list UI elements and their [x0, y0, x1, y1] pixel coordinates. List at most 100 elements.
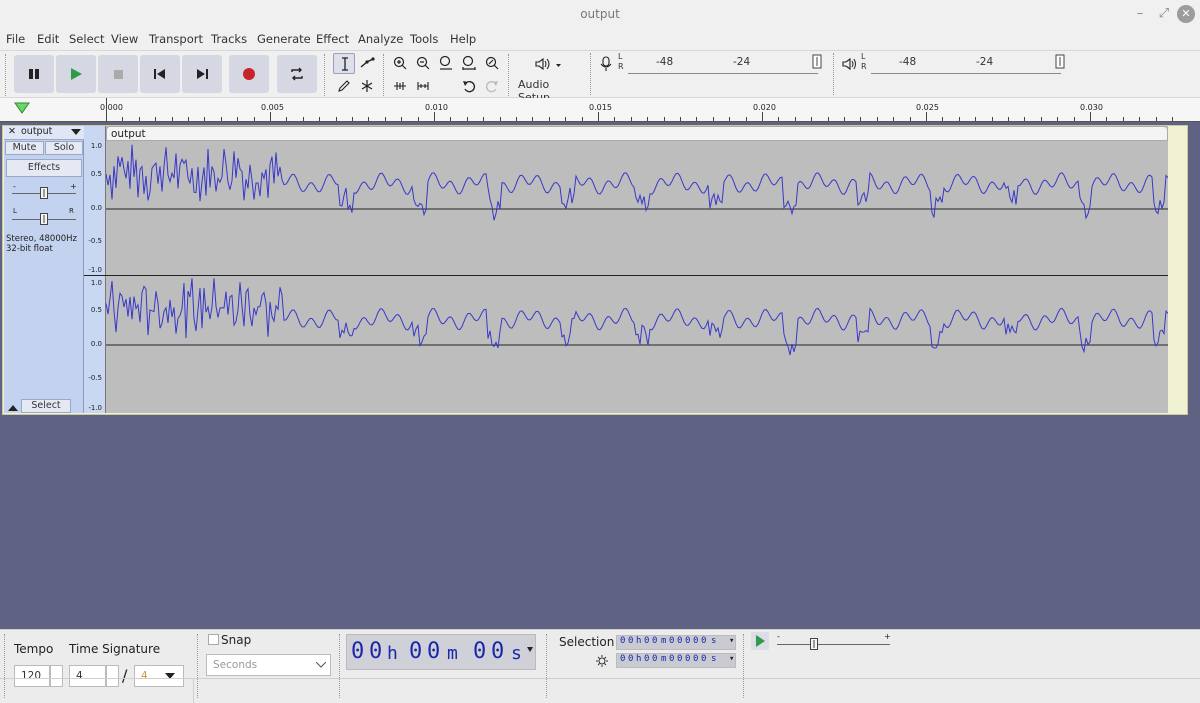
- selection-time-digit: 0: [693, 654, 699, 664]
- menu-help[interactable]: Help: [450, 32, 476, 46]
- menu-view[interactable]: View: [111, 32, 138, 46]
- tempo-input[interactable]: 120: [14, 665, 50, 687]
- zoom-toggle-button[interactable]: [481, 53, 503, 74]
- record-meter-grip[interactable]: [590, 53, 593, 95]
- stop-button[interactable]: [98, 55, 138, 93]
- waveform[interactable]: [106, 126, 1168, 413]
- record-level-slider-thumb[interactable]: [811, 54, 823, 70]
- silence-button[interactable]: [412, 76, 434, 97]
- ts-numerator-spinner[interactable]: [106, 665, 119, 687]
- playback-level-slider-thumb[interactable]: [1054, 54, 1066, 70]
- fit-project-button[interactable]: [458, 53, 480, 74]
- tempo-spinner[interactable]: [50, 665, 63, 687]
- snap-unit-select[interactable]: Seconds: [206, 654, 331, 676]
- menu-file[interactable]: File: [6, 32, 25, 46]
- undo-button[interactable]: [458, 76, 480, 97]
- time-signature-grip[interactable]: [4, 634, 7, 698]
- record-button[interactable]: [229, 55, 269, 93]
- trim-outside-button[interactable]: [389, 76, 411, 97]
- zoom-out-button[interactable]: [412, 53, 434, 74]
- fit-selection-button[interactable]: [435, 53, 457, 74]
- edit-grip[interactable]: [383, 54, 386, 96]
- solo-button[interactable]: Solo: [45, 141, 83, 155]
- pan-slider-thumb[interactable]: [40, 213, 48, 225]
- skip-to-start-button[interactable]: [140, 55, 180, 93]
- selection-time-digit: 0: [628, 654, 634, 664]
- timeline-ruler[interactable]: 0.000 0.005 0.010 0.015 0.020 0.025 0.03…: [0, 98, 1200, 122]
- tools-grip[interactable]: [324, 54, 327, 96]
- time-grip[interactable]: [339, 634, 342, 698]
- selection-end-time[interactable]: 0 0 h 0 0 m 0 0 0 0 0 s ▾: [616, 653, 736, 668]
- menu-tracks[interactable]: Tracks: [211, 32, 247, 46]
- toolbar-grip[interactable]: [5, 54, 8, 96]
- selection-tool[interactable]: [333, 53, 355, 74]
- track-close-icon[interactable]: ✕: [8, 126, 16, 137]
- selection-start-time[interactable]: 0 0 h 0 0 m 0 0 0 0 0 s ▾: [616, 635, 736, 650]
- selection-format-chevron-icon[interactable]: ▾: [729, 654, 734, 664]
- skip-to-end-button[interactable]: [182, 55, 222, 93]
- restore-icon[interactable]: ⤢: [1155, 5, 1173, 23]
- menu-effect[interactable]: Effect: [316, 32, 349, 46]
- menu-transport[interactable]: Transport: [149, 32, 203, 46]
- play-button[interactable]: [56, 55, 96, 93]
- audio-setup-grip[interactable]: [508, 54, 511, 96]
- minimize-icon[interactable]: –: [1131, 5, 1149, 23]
- ruler-label: 0.025: [916, 103, 939, 112]
- time-display[interactable]: 0 0 h 0 0 m 0 0 s: [346, 634, 536, 670]
- play-at-speed-grip[interactable]: [743, 634, 746, 698]
- loop-button[interactable]: [277, 55, 317, 93]
- waveform-channel-right[interactable]: [106, 278, 1168, 356]
- redo-button[interactable]: [481, 76, 503, 97]
- snap-unit-value: Seconds: [213, 659, 258, 671]
- ruler-tick: [418, 117, 419, 121]
- pause-button[interactable]: [14, 55, 54, 93]
- zoom-in-button[interactable]: [389, 53, 411, 74]
- selection-settings-gear-icon[interactable]: [595, 654, 609, 668]
- ruler-tick: [1041, 117, 1042, 121]
- title-bar: output – ⤢ ✕: [0, 0, 1200, 28]
- ruler-tick: [877, 117, 878, 121]
- skip-to-start-icon: [154, 69, 165, 79]
- speed-slider-track[interactable]: [777, 644, 890, 645]
- envelope-tool[interactable]: [356, 53, 378, 74]
- collapse-track-icon[interactable]: [7, 403, 19, 413]
- ruler-tick: [795, 117, 796, 121]
- snap-checkbox[interactable]: [208, 634, 219, 645]
- menu-analyze[interactable]: Analyze: [358, 32, 403, 46]
- audio-setup-button[interactable]: Audio Setup: [512, 52, 584, 104]
- vruler-label: 0.5: [90, 306, 102, 314]
- menu-tools[interactable]: Tools: [410, 32, 438, 46]
- track-name[interactable]: output: [21, 126, 52, 137]
- selection-time-digit: 0: [628, 636, 634, 646]
- ts-denominator-select[interactable]: 4: [134, 665, 184, 687]
- record-meter[interactable]: LR -48 -24: [600, 52, 828, 74]
- menu-edit[interactable]: Edit: [37, 32, 59, 46]
- menu-select[interactable]: Select: [69, 32, 104, 46]
- i-beam-icon: [342, 57, 348, 71]
- track-select-button[interactable]: Select: [21, 399, 71, 413]
- track-control-panel[interactable]: ✕ output Mute Solo Effects - + L R Stere…: [4, 126, 84, 413]
- mute-button[interactable]: Mute: [5, 141, 44, 155]
- speed-slider-thumb[interactable]: [810, 638, 818, 650]
- time-format-chevron-icon[interactable]: [527, 647, 533, 652]
- gain-slider-thumb[interactable]: [40, 187, 48, 199]
- play-head-arrow-icon[interactable]: [13, 101, 31, 115]
- vruler-label: -0.5: [88, 374, 102, 382]
- selection-grip[interactable]: [546, 634, 549, 698]
- play-at-speed-button[interactable]: [751, 632, 769, 650]
- snap-grip[interactable]: [197, 634, 200, 698]
- ruler-tick: [385, 117, 386, 121]
- selection-format-chevron-icon[interactable]: ▾: [729, 636, 734, 646]
- playback-meter[interactable]: LR -48 -24: [843, 52, 1071, 74]
- ts-numerator-input[interactable]: 4: [69, 665, 106, 687]
- track-menu-chevron-icon[interactable]: [71, 129, 81, 137]
- draw-tool[interactable]: [333, 76, 355, 97]
- play-meter-grip[interactable]: [833, 53, 836, 95]
- close-icon[interactable]: ✕: [1177, 5, 1195, 23]
- audio-clip[interactable]: output: [106, 126, 1168, 413]
- multi-tool[interactable]: [356, 76, 378, 97]
- amplitude-ruler[interactable]: 1.0 0.5 0.0 -0.5 -1.0 1.0 0.5 0.0 -0.5 -…: [84, 126, 106, 413]
- time-digit: 0: [473, 639, 487, 664]
- menu-generate[interactable]: Generate: [257, 32, 311, 46]
- effects-button[interactable]: Effects: [6, 159, 82, 177]
